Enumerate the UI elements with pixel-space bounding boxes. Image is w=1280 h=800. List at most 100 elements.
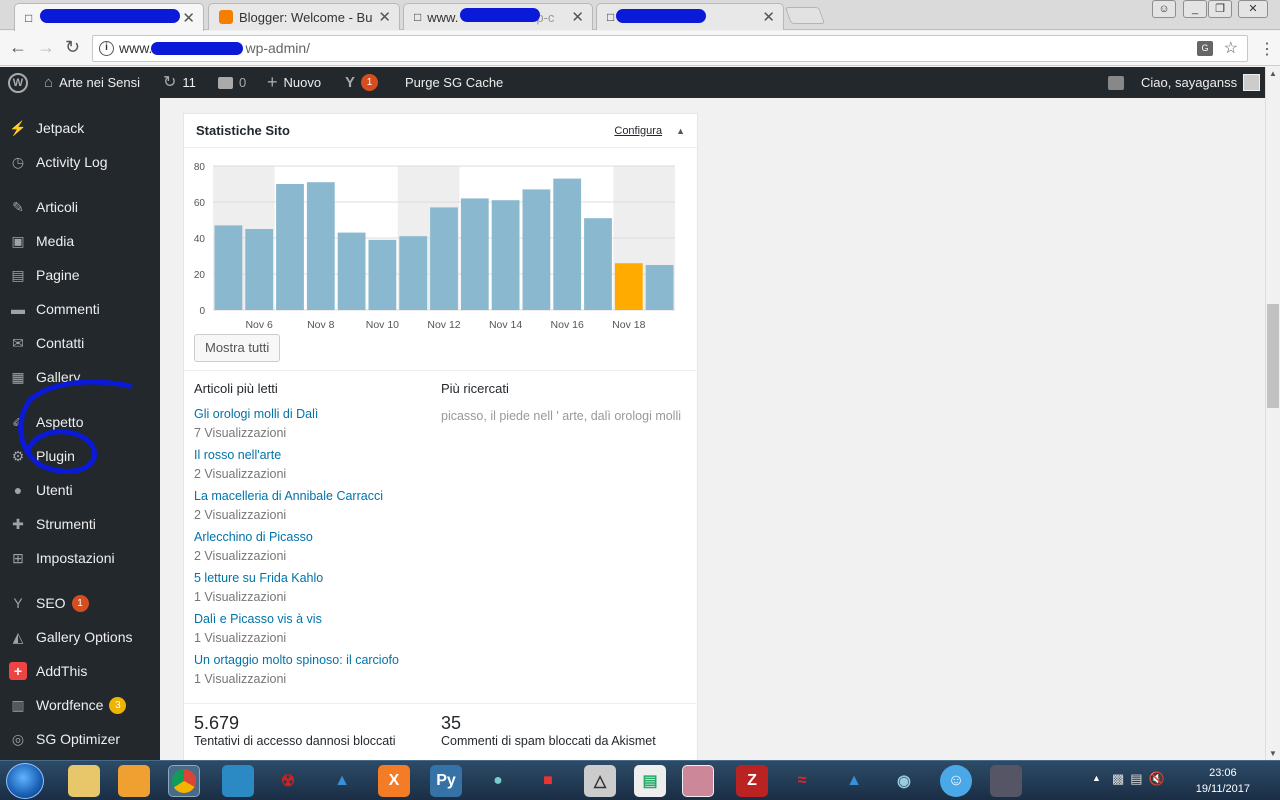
redaction-mark bbox=[616, 9, 706, 23]
comments-link[interactable]: 0 bbox=[218, 67, 246, 98]
sidebar-item-gallery-options[interactable]: ◭ Gallery Options bbox=[0, 620, 160, 654]
app-icon[interactable] bbox=[222, 765, 254, 797]
post-views: 1 Visualizzazioni bbox=[194, 631, 287, 645]
sidebar-item-jetpack[interactable]: ⚡ Jetpack bbox=[0, 111, 160, 145]
sidebar-item-seo[interactable]: Y SEO 1 bbox=[0, 586, 160, 620]
scrollbar-thumb[interactable] bbox=[1267, 304, 1279, 408]
sidebar-item-plugin[interactable]: ⚙ Plugin bbox=[0, 439, 160, 473]
post-link[interactable]: Il rosso nell'arte bbox=[194, 448, 286, 462]
arrow-left-icon[interactable]: ← bbox=[9, 37, 27, 58]
list-item: Dalì e Picasso vis à vis 1 Visualizzazion… bbox=[194, 612, 322, 645]
sidebar-item-impostazioni[interactable]: ⊞ Impostazioni bbox=[0, 541, 160, 575]
sidebar-item-label: Media bbox=[36, 233, 75, 249]
app-icon[interactable]: ≈ bbox=[786, 765, 818, 797]
filezilla-icon[interactable]: Z bbox=[736, 765, 768, 797]
scroll-down-icon[interactable]: ▼ bbox=[1269, 749, 1277, 758]
maximize-button[interactable]: ❐ bbox=[1208, 0, 1232, 18]
widget-header: Statistiche Sito Configura ▲ bbox=[184, 114, 697, 148]
wordfence-icon: ▥ bbox=[11, 696, 25, 713]
app-icon[interactable]: ▲ bbox=[838, 765, 870, 797]
sidebar-item-utenti[interactable]: ● Utenti bbox=[0, 473, 160, 507]
updates-link[interactable]: ↻ 11 bbox=[163, 67, 196, 98]
yoast-link[interactable]: Y 1 bbox=[345, 67, 379, 98]
new-tab-button[interactable] bbox=[784, 7, 826, 24]
new-content-link[interactable]: + Nuovo bbox=[267, 67, 321, 98]
sidebar-item-articoli[interactable]: ✎ Articoli bbox=[0, 190, 160, 224]
x-tick-label: Nov 12 bbox=[427, 319, 460, 331]
media-player-icon[interactable] bbox=[118, 765, 150, 797]
bar bbox=[306, 182, 335, 310]
plugin-icon: ⚙ bbox=[11, 447, 25, 464]
sidebar-item-activity-log[interactable]: ◷ Activity Log bbox=[0, 145, 160, 179]
system-clock[interactable]: 23:06 19/11/2017 bbox=[1196, 765, 1250, 797]
page-scrollbar[interactable]: ▲ ▼ bbox=[1265, 67, 1280, 760]
start-button[interactable] bbox=[6, 763, 44, 799]
post-link[interactable]: Un ortaggio molto spinoso: il carciofo bbox=[194, 653, 399, 667]
sidebar-item-label: SEO bbox=[36, 595, 66, 611]
chrome-icon[interactable] bbox=[168, 765, 200, 797]
app-icon[interactable] bbox=[682, 765, 714, 797]
configure-link[interactable]: Configura bbox=[614, 125, 662, 137]
app-icon[interactable]: ▲ bbox=[326, 765, 358, 797]
file-explorer-icon[interactable] bbox=[68, 765, 100, 797]
wordpress-logo-button[interactable]: W bbox=[8, 67, 28, 98]
arrow-right-icon[interactable]: → bbox=[37, 37, 55, 58]
sidebar-item-addthis[interactable]: + AddThis bbox=[0, 654, 160, 688]
minimize-button[interactable]: _ bbox=[1183, 0, 1207, 18]
app-icon[interactable]: ▤ bbox=[634, 765, 666, 797]
tray-icons[interactable]: ▩▤🔇 bbox=[1112, 771, 1171, 787]
close-icon[interactable]: ✕ bbox=[378, 8, 391, 26]
account-menu[interactable]: Ciao, sayaganss bbox=[1141, 67, 1261, 98]
sidebar-item-aspetto[interactable]: ✐ Aspetto bbox=[0, 405, 160, 439]
plus-icon: + bbox=[267, 72, 278, 92]
python-icon[interactable]: Py bbox=[430, 765, 462, 797]
app-icon[interactable]: △ bbox=[584, 765, 616, 797]
show-hidden-icons[interactable]: ▲ bbox=[1092, 773, 1101, 783]
profile-icon[interactable]: ☺ bbox=[1152, 0, 1176, 18]
app-icon[interactable]: ◉ bbox=[888, 765, 920, 797]
page-icon: □ bbox=[25, 10, 33, 25]
sidebar-item-wordfence[interactable]: ▥ Wordfence 3 bbox=[0, 688, 160, 722]
post-link[interactable]: La macelleria di Annibale Carracci bbox=[194, 489, 383, 503]
show-all-button[interactable]: Mostra tutti bbox=[194, 334, 281, 362]
post-link[interactable]: Dalì e Picasso vis à vis bbox=[194, 612, 322, 626]
post-views: 2 Visualizzazioni bbox=[194, 508, 287, 522]
sidebar-item-pagine[interactable]: ▤ Pagine bbox=[0, 258, 160, 292]
sidebar-item-media[interactable]: ▣ Media bbox=[0, 224, 160, 258]
translate-icon[interactable]: G bbox=[1197, 41, 1213, 56]
post-link[interactable]: Gli orologi molli di Dalì bbox=[194, 407, 318, 421]
sidebar-item-sg-optimizer[interactable]: ◎ SG Optimizer bbox=[0, 722, 160, 756]
reload-icon[interactable]: ↻ bbox=[65, 37, 80, 58]
close-icon[interactable]: ✕ bbox=[571, 8, 584, 26]
purge-cache-link[interactable]: Purge SG Cache bbox=[405, 67, 503, 98]
sidebar-item-commenti[interactable]: ▬ Commenti bbox=[0, 292, 160, 326]
sidebar-item-gallery[interactable]: ▦ Gallery bbox=[0, 360, 160, 394]
post-link[interactable]: 5 letture su Frida Kahlo bbox=[194, 571, 323, 585]
collapse-arrow-icon[interactable]: ▲ bbox=[676, 126, 685, 136]
close-window-button[interactable]: ✕ bbox=[1238, 0, 1268, 18]
kebab-menu-icon[interactable]: ⋮ bbox=[1259, 39, 1275, 59]
sidebar-item-label: SG Optimizer bbox=[36, 731, 121, 747]
app-icon[interactable] bbox=[990, 765, 1022, 797]
site-name-link[interactable]: ⌂ Arte nei Sensi bbox=[44, 67, 140, 98]
close-icon[interactable]: ✕ bbox=[762, 8, 775, 26]
app-icon[interactable]: ☢ bbox=[272, 765, 304, 797]
star-icon[interactable]: ☆ bbox=[1224, 36, 1238, 61]
redaction-mark bbox=[151, 42, 243, 55]
bar bbox=[276, 184, 304, 310]
notifications-icon[interactable] bbox=[1108, 67, 1124, 98]
post-link[interactable]: Arlecchino di Picasso bbox=[194, 530, 313, 544]
close-icon[interactable]: ✕ bbox=[182, 9, 195, 27]
app-icon[interactable]: ■ bbox=[532, 765, 564, 797]
xampp-icon[interactable]: X bbox=[378, 765, 410, 797]
info-icon[interactable]: i bbox=[99, 41, 114, 56]
bar bbox=[584, 218, 612, 310]
scroll-up-icon[interactable]: ▲ bbox=[1269, 69, 1277, 78]
url-input[interactable]: i www. wp-admin/ G ☆ bbox=[92, 35, 1248, 62]
most-read-heading: Articoli più letti bbox=[194, 381, 278, 396]
app-icon[interactable]: ☺ bbox=[940, 765, 972, 797]
sidebar-item-contatti[interactable]: ✉ Contatti bbox=[0, 326, 160, 360]
browser-tab-2[interactable]: Blogger: Welcome - Buat ✕ bbox=[208, 3, 400, 30]
sidebar-item-strumenti[interactable]: ✚ Strumenti bbox=[0, 507, 160, 541]
globe-icon[interactable]: ● bbox=[482, 765, 514, 797]
